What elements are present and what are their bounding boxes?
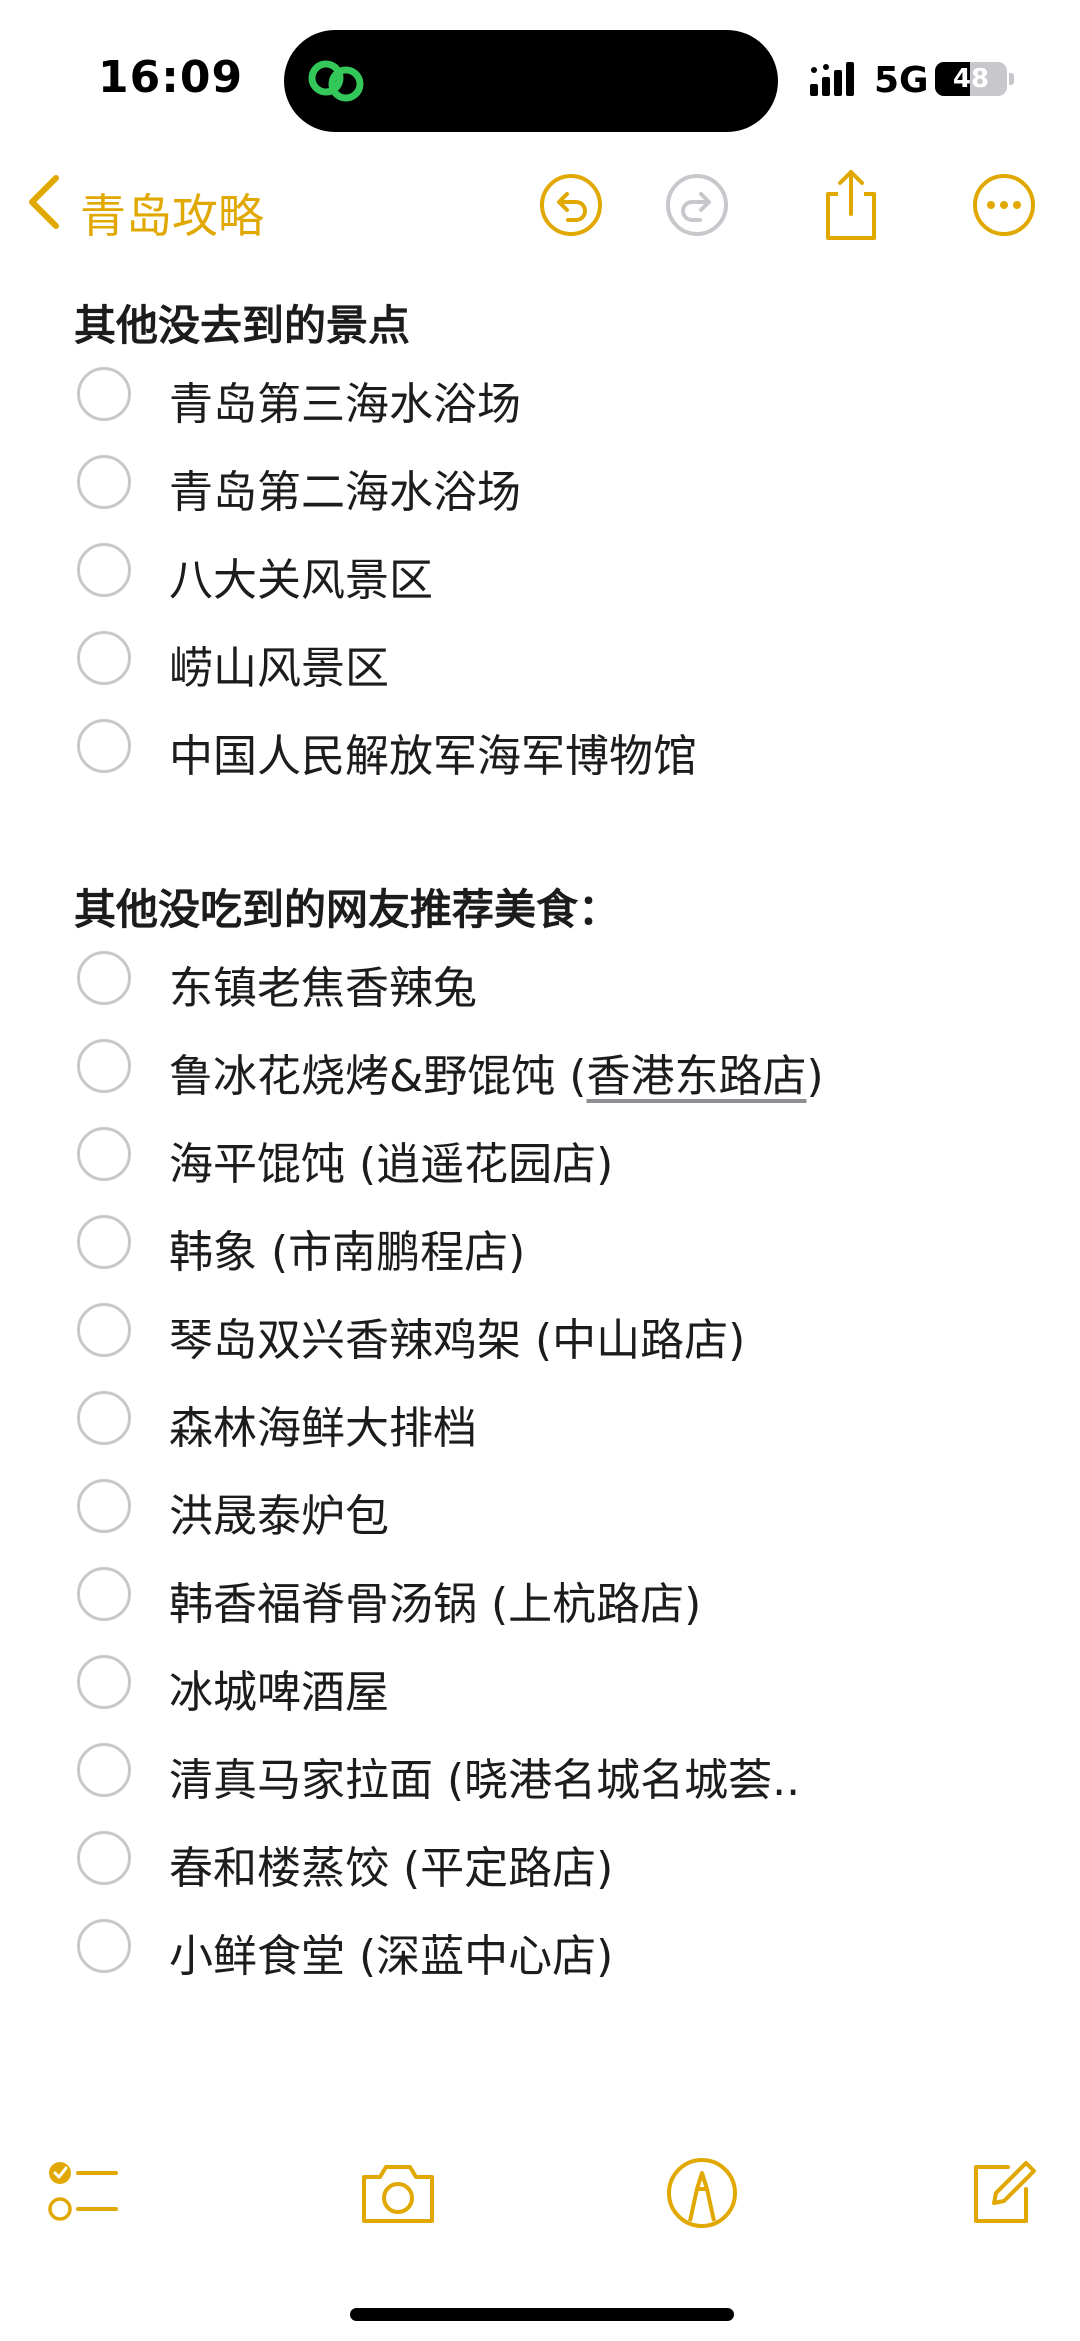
checkbox[interactable] [77,455,131,509]
checklist-item: 海平馄饨 (逍遥花园店) [0,1112,1080,1200]
item-label[interactable]: 琴岛双兴香辣鸡架 (中山路店) [169,1304,745,1368]
checkbox[interactable] [77,719,131,773]
checklist-item: 韩象 (市南鹏程店) [0,1200,1080,1288]
camera-icon[interactable] [356,2155,440,2231]
checkbox[interactable] [77,631,131,685]
item-label[interactable]: 洪晟泰炉包 [169,1480,389,1544]
item-label[interactable]: 春和楼蒸饺 (平定路店) [169,1832,613,1896]
dynamic-island [284,30,778,132]
checklist-item: 小鲜食堂 (深蓝中心店) [0,1904,1080,1992]
item-label-text: 鲁冰花烧烤&野馄饨 ( [169,1051,587,1102]
checklist-item: 青岛第二海水浴场 [0,440,1080,528]
status-time: 16:09 [98,52,244,103]
item-label[interactable]: 小鲜食堂 (深蓝中心店) [169,1920,613,1984]
checklist-item: 森林海鲜大排档 [0,1376,1080,1464]
checkbox[interactable] [77,1391,131,1445]
checklist-item: 中国人民解放军海军博物馆 [0,704,1080,792]
redo-icon[interactable] [664,172,730,238]
item-label-suffix: ) [806,1051,824,1102]
item-label[interactable]: 森林海鲜大排档 [169,1392,477,1456]
item-label[interactable]: 崂山风景区 [169,632,389,696]
checklist-icon[interactable] [46,2155,122,2231]
battery-cap [1009,73,1014,85]
item-label[interactable]: 东镇老焦香辣兔 [169,952,477,1016]
checkbox[interactable] [77,1127,131,1181]
section-heading-sights: 其他没去到的景点 [74,301,411,350]
undo-icon[interactable] [538,172,604,238]
item-label[interactable]: 冰城啤酒屋 [169,1656,389,1720]
checklist-item: 春和楼蒸饺 (平定路店) [0,1816,1080,1904]
checkbox[interactable] [77,1039,131,1093]
compose-icon[interactable] [964,2155,1040,2231]
battery-icon: 48 [935,62,1007,96]
checklist-item: 东镇老焦香辣兔 [0,936,1080,1024]
checklist-item: 韩香福脊骨汤锅 (上杭路店) [0,1552,1080,1640]
checklist-item: 鲁冰花烧烤&野馄饨 (香港东路店) [0,1024,1080,1112]
section-heading-food: 其他没吃到的网友推荐美食： [74,885,621,934]
chevron-left-icon[interactable] [22,172,66,232]
item-label[interactable]: 中国人民解放军海军博物馆 [169,720,697,784]
checkbox[interactable] [77,1479,131,1533]
checkbox[interactable] [77,1215,131,1269]
checkbox[interactable] [77,1919,131,1973]
back-button-label[interactable]: 青岛攻略 [80,180,264,246]
share-icon[interactable] [818,166,884,242]
checkbox[interactable] [77,1303,131,1357]
network-type: 5G [874,60,929,101]
checkbox[interactable] [77,951,131,1005]
checkbox[interactable] [77,1567,131,1621]
cellular-signal-icon [810,62,854,96]
checklist-item: 琴岛双兴香辣鸡架 (中山路店) [0,1288,1080,1376]
item-label[interactable]: 海平馄饨 (逍遥花园店) [169,1128,613,1192]
markup-pen-icon[interactable] [664,2155,740,2231]
ellipsis-circle-icon[interactable] [971,172,1037,238]
item-label[interactable]: 韩象 (市南鹏程店) [169,1216,525,1280]
checkbox[interactable] [77,1831,131,1885]
address-link[interactable]: 香港东路店 [586,1051,806,1102]
battery-level: 48 [952,64,990,94]
link-activity-icon [308,60,364,102]
checkbox[interactable] [77,1655,131,1709]
checkbox[interactable] [77,367,131,421]
item-label[interactable]: 青岛第二海水浴场 [169,456,521,520]
item-label[interactable]: 鲁冰花烧烤&野馄饨 (香港东路店) [169,1040,824,1104]
checklist-item: 崂山风景区 [0,616,1080,704]
checklist-item: 冰城啤酒屋 [0,1640,1080,1728]
item-label[interactable]: 青岛第三海水浴场 [169,368,521,432]
checklist-item: 洪晟泰炉包 [0,1464,1080,1552]
checklist-item: 青岛第三海水浴场 [0,352,1080,440]
home-indicator[interactable] [350,2308,734,2321]
item-label[interactable]: 韩香福脊骨汤锅 (上杭路店) [169,1568,701,1632]
checkbox[interactable] [77,1743,131,1797]
checklist-item: 八大关风景区 [0,528,1080,616]
checklist-item: 清真马家拉面 (晓港名城名城荟.. [0,1728,1080,1816]
item-label[interactable]: 八大关风景区 [169,544,433,608]
checkbox[interactable] [77,543,131,597]
item-label[interactable]: 清真马家拉面 (晓港名城名城荟.. [169,1744,800,1808]
